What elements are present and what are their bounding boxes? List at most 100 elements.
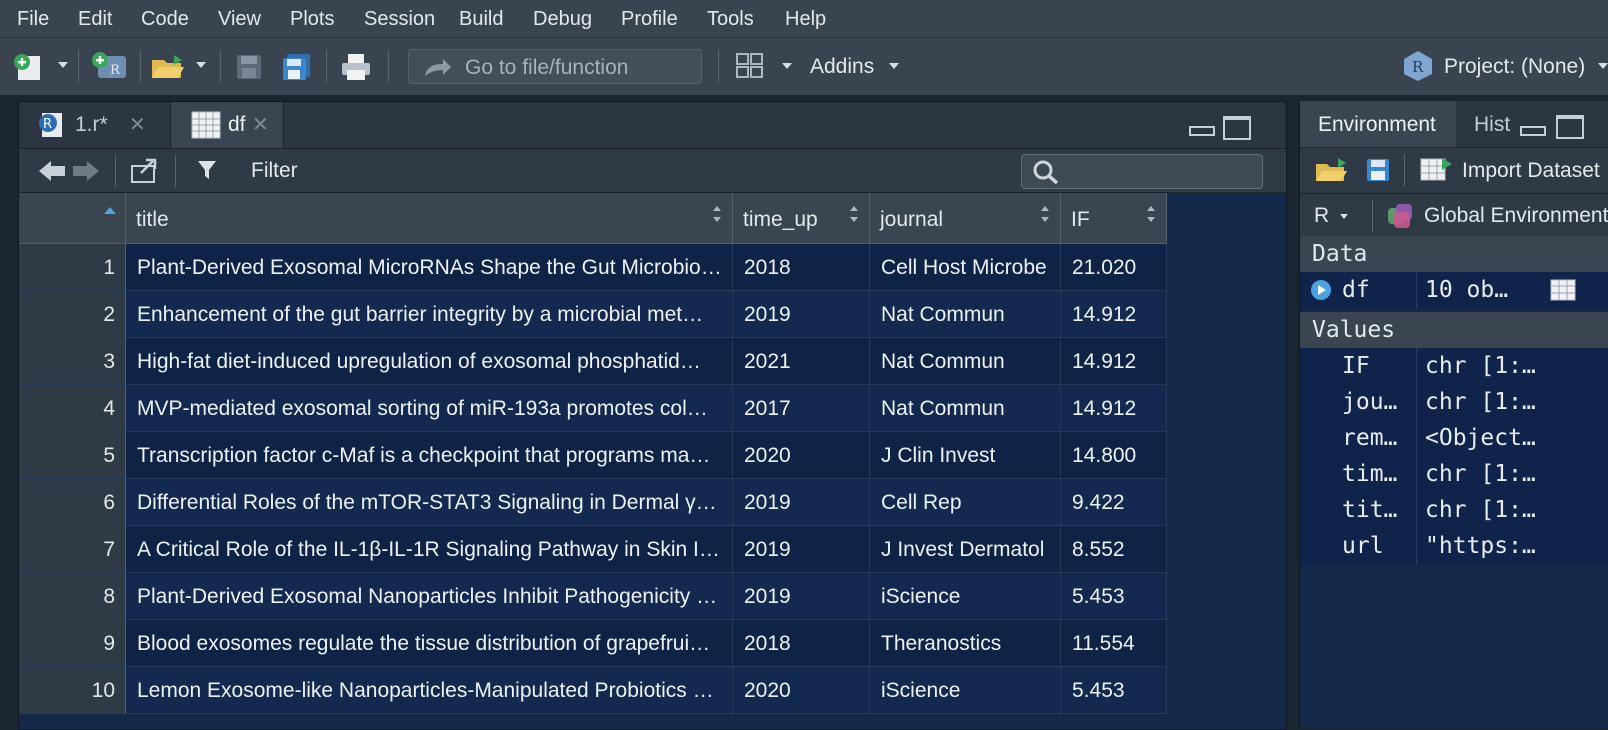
- cell-text: 2019: [744, 538, 791, 561]
- tab-1r[interactable]: R 1.r* ✕: [31, 102, 169, 148]
- cell-text: Cell Host Microbe: [881, 256, 1047, 279]
- table-cell-journal: J Invest Dermatol: [870, 526, 1061, 573]
- cell-text: Nat Commun: [881, 303, 1005, 326]
- table-row[interactable]: 10 Lemon Exosome-like Nanoparticles-Manip…: [19, 667, 1167, 714]
- language-dropdown-icon[interactable]: [1340, 214, 1348, 219]
- tab-df[interactable]: df ✕: [170, 102, 284, 148]
- table-row[interactable]: 8 Plant-Derived Exosomal Nanoparticles In…: [19, 573, 1167, 620]
- filter-button[interactable]: Filter: [251, 159, 298, 183]
- open-in-window-icon[interactable]: [129, 157, 161, 190]
- row-index-cell: 2: [19, 291, 126, 338]
- table-cell-journal: Nat Commun: [870, 338, 1061, 385]
- table-row[interactable]: 2 Enhancement of the gut barrier integrit…: [19, 291, 1167, 338]
- menu-file[interactable]: File: [17, 8, 49, 31]
- column-header-if[interactable]: IF: [1061, 193, 1167, 244]
- menu-plots[interactable]: Plots: [290, 8, 334, 31]
- import-dataset-icon[interactable]: [1420, 156, 1456, 187]
- print-icon[interactable]: [340, 52, 372, 87]
- minimize-pane-icon[interactable]: [1520, 126, 1546, 136]
- open-file-dropdown-icon[interactable]: [196, 62, 206, 68]
- table-cell-journal: Cell Rep: [870, 479, 1061, 526]
- close-tab-icon[interactable]: ✕: [129, 112, 146, 137]
- project-menu[interactable]: Project: (None): [1444, 55, 1585, 79]
- back-arrow-icon[interactable]: [37, 159, 67, 188]
- new-file-icon[interactable]: [12, 52, 48, 87]
- menu-view[interactable]: View: [218, 8, 261, 31]
- toolbar-divider: [175, 155, 176, 187]
- table-row[interactable]: 7 A Critical Role of the IL-1β-IL-1R Sign…: [19, 526, 1167, 573]
- go-to-file-function-input[interactable]: Go to file/function: [408, 49, 702, 84]
- addins-menu[interactable]: Addins: [810, 55, 874, 79]
- table-cell-if: 21.020: [1061, 244, 1167, 291]
- column-header-title[interactable]: title: [126, 193, 733, 244]
- env-value-row[interactable]: jou… chr [1:…: [1300, 384, 1608, 420]
- load-workspace-icon[interactable]: [1314, 156, 1352, 189]
- close-tab-icon[interactable]: ✕: [252, 112, 269, 137]
- env-value-row[interactable]: url "https:…: [1300, 528, 1608, 564]
- pane-layout-dropdown-icon[interactable]: [782, 63, 792, 69]
- import-dataset-button[interactable]: Import Dataset: [1462, 159, 1600, 183]
- addins-dropdown-icon[interactable]: [889, 63, 899, 69]
- go-to-placeholder: Go to file/function: [465, 56, 629, 79]
- menu-help[interactable]: Help: [785, 8, 826, 31]
- env-data-row-df[interactable]: df 10 ob…: [1300, 272, 1608, 308]
- cell-text: Blood exosomes regulate the tissue distr…: [137, 632, 711, 655]
- minimize-pane-icon[interactable]: [1189, 126, 1215, 136]
- save-workspace-icon[interactable]: [1366, 158, 1390, 187]
- cell-text: 10: [91, 679, 115, 702]
- pane-layout-icon[interactable]: [736, 53, 764, 84]
- row-index-cell: 9: [19, 620, 126, 667]
- cell-text: 5.453: [1072, 585, 1125, 608]
- menu-edit[interactable]: Edit: [78, 8, 112, 31]
- table-row[interactable]: 3 High-fat diet-induced upregulation of e…: [19, 338, 1167, 385]
- menu-build[interactable]: Build: [459, 8, 503, 31]
- env-value-row[interactable]: tit… chr [1:…: [1300, 492, 1608, 528]
- env-var-value: 10 ob…: [1425, 277, 1509, 303]
- table-cell-time-up: 2018: [733, 620, 870, 667]
- new-project-icon[interactable]: R: [90, 50, 130, 87]
- column-header-time-up[interactable]: time_up: [733, 193, 870, 244]
- menu-code[interactable]: Code: [141, 8, 189, 31]
- table-row[interactable]: 4 MVP-mediated exosomal sorting of miR-19…: [19, 385, 1167, 432]
- menu-debug[interactable]: Debug: [533, 8, 592, 31]
- cell-text: Enhancement of the gut barrier integrity…: [137, 303, 704, 326]
- search-icon: [1032, 159, 1060, 190]
- tab-environment[interactable]: Environment: [1300, 101, 1456, 147]
- save-all-icon[interactable]: [282, 53, 312, 86]
- env-value-row[interactable]: IF chr [1:…: [1300, 348, 1608, 384]
- table-row[interactable]: 9 Blood exosomes regulate the tissue dist…: [19, 620, 1167, 667]
- menu-tools[interactable]: Tools: [707, 8, 754, 31]
- sort-icon: [713, 206, 721, 222]
- table-cell-journal: iScience: [870, 573, 1061, 620]
- maximize-pane-icon[interactable]: [1223, 116, 1251, 140]
- table-cell-title: Plant-Derived Exosomal MicroRNAs Shape t…: [126, 244, 733, 291]
- table-row[interactable]: 6 Differential Roles of the mTOR-STAT3 Si…: [19, 479, 1167, 526]
- row-index-cell: 8: [19, 573, 126, 620]
- row-index-header[interactable]: [19, 193, 126, 244]
- filter-icon[interactable]: [197, 159, 217, 186]
- environment-scope-selector[interactable]: Global Environment: [1424, 204, 1608, 228]
- table-row[interactable]: 1 Plant-Derived Exosomal MicroRNAs Shape …: [19, 244, 1167, 291]
- maximize-pane-icon[interactable]: [1556, 115, 1584, 139]
- menu-session[interactable]: Session: [364, 8, 435, 31]
- cell-text: 21.020: [1072, 256, 1137, 279]
- project-r-icon: R: [1402, 50, 1434, 87]
- env-value-row[interactable]: rem… <Object…: [1300, 420, 1608, 456]
- column-divider: [1416, 456, 1417, 492]
- open-file-icon[interactable]: [150, 52, 190, 87]
- new-file-dropdown-icon[interactable]: [58, 62, 68, 68]
- table-row[interactable]: 5 Transcription factor c-Maf is a checkpo…: [19, 432, 1167, 479]
- menu-profile[interactable]: Profile: [621, 8, 678, 31]
- language-selector[interactable]: R: [1314, 204, 1329, 228]
- viewer-search-input[interactable]: [1021, 154, 1263, 189]
- forward-arrow-icon[interactable]: [71, 159, 101, 188]
- expand-object-icon[interactable]: [1310, 279, 1332, 305]
- column-header-journal[interactable]: journal: [870, 193, 1061, 244]
- env-value-row[interactable]: tim… chr [1:…: [1300, 456, 1608, 492]
- project-dropdown-icon[interactable]: [1598, 63, 1608, 69]
- save-icon[interactable]: [236, 54, 262, 85]
- tab-history[interactable]: Hist: [1460, 101, 1520, 147]
- view-table-icon[interactable]: [1550, 279, 1576, 305]
- cell-text: 6: [103, 491, 115, 514]
- toolbar-divider: [326, 50, 327, 82]
